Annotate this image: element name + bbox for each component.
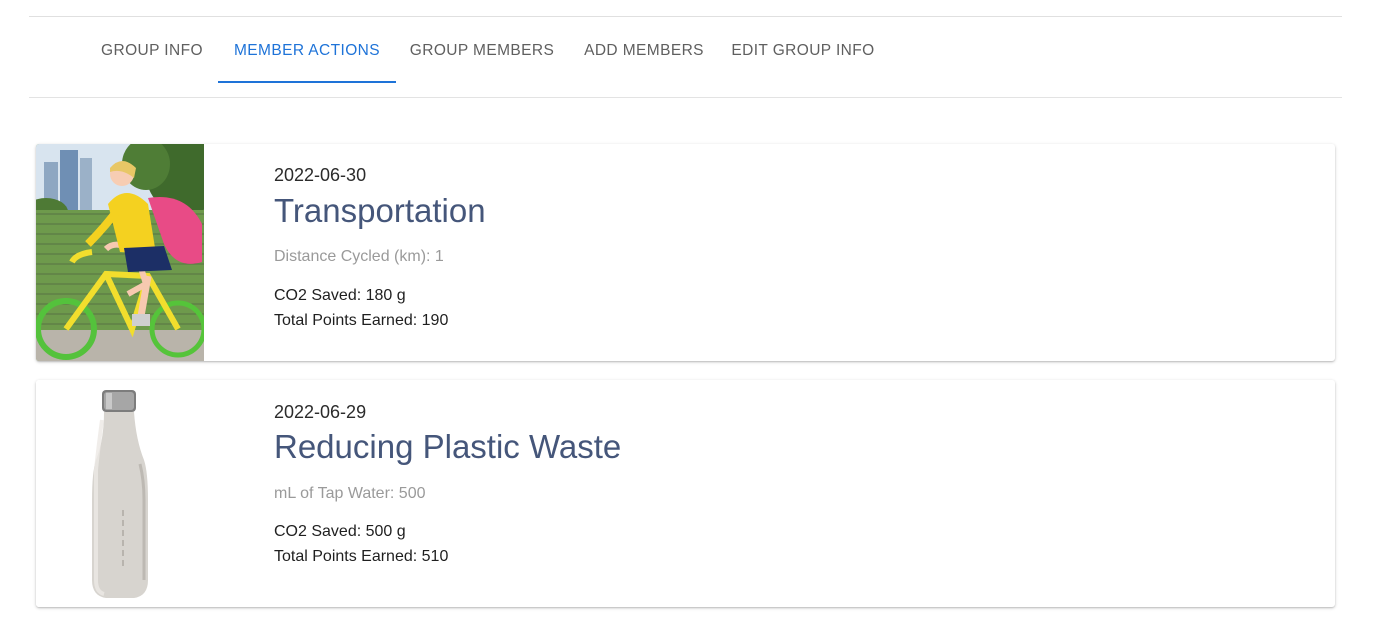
co2-saved: CO2 Saved: 180 g xyxy=(274,287,406,304)
tab-group-members[interactable]: GROUP MEMBERS xyxy=(397,17,567,84)
tab-bar: GROUP INFO MEMBER ACTIONS GROUP MEMBERS … xyxy=(29,17,1342,98)
action-title: Transportation xyxy=(274,192,486,229)
tab-edit-group-info[interactable]: EDIT GROUP INFO xyxy=(719,17,887,84)
action-card: 2022-06-30 Transportation Distance Cycle… xyxy=(36,144,1335,361)
action-date: 2022-06-29 xyxy=(274,402,367,422)
action-date: 2022-06-30 xyxy=(274,165,367,185)
woman-cycling-photo xyxy=(36,144,204,361)
action-detail: mL of Tap Water: 500 xyxy=(274,485,426,502)
co2-saved: CO2 Saved: 500 g xyxy=(274,523,406,540)
action-card: 2022-06-29 Reducing Plastic Waste mL of … xyxy=(36,380,1335,607)
active-tab-indicator xyxy=(218,81,396,83)
reusable-water-bottle-photo xyxy=(36,380,204,607)
action-title: Reducing Plastic Waste xyxy=(274,428,622,465)
action-detail: Distance Cycled (km): 1 xyxy=(274,248,444,265)
tab-group-info[interactable]: GROUP INFO xyxy=(87,17,217,84)
points-earned: Total Points Earned: 190 xyxy=(274,312,449,329)
points-earned: Total Points Earned: 510 xyxy=(274,548,449,565)
tab-member-actions[interactable]: MEMBER ACTIONS xyxy=(218,17,396,84)
tab-add-members[interactable]: ADD MEMBERS xyxy=(569,17,719,84)
